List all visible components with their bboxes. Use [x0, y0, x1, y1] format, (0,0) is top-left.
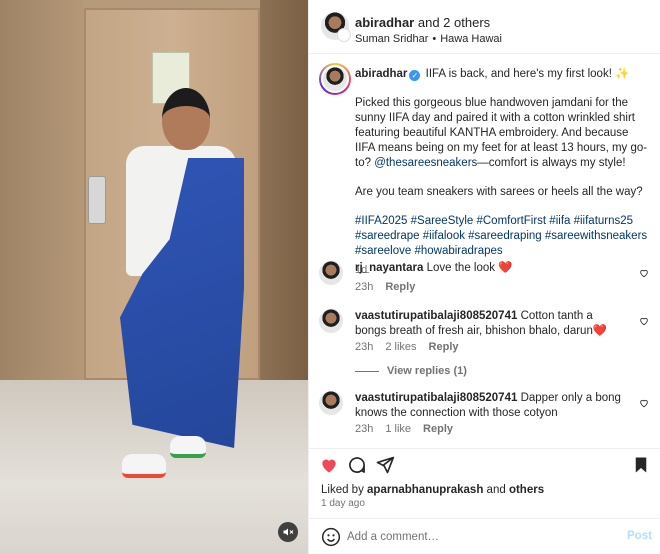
heart-filled-icon[interactable]	[317, 453, 341, 477]
mute-icon[interactable]	[278, 522, 298, 542]
heart-outline-icon[interactable]	[639, 313, 649, 331]
comment-avatar[interactable]	[319, 261, 343, 285]
reply-button[interactable]: Reply	[385, 281, 415, 293]
media-person	[112, 88, 248, 488]
post-actions	[309, 448, 660, 480]
add-comment-bar: Post	[309, 518, 660, 554]
comment-icon[interactable]	[345, 453, 369, 477]
author-username[interactable]: abiradhar	[355, 15, 414, 30]
heart-outline-icon[interactable]	[639, 395, 649, 413]
comment-time: 23h	[355, 341, 374, 353]
verified-icon: ✓	[409, 70, 421, 81]
comment-username[interactable]: vaastutirupatibalaji808520741	[355, 392, 517, 404]
liked-by-others[interactable]: others	[509, 484, 544, 496]
caption-username[interactable]: abiradhar	[355, 68, 407, 80]
liked-by: Liked by aparnabhanuprakash and others	[321, 484, 545, 496]
audio-track[interactable]: Hawa Hawai	[440, 33, 502, 45]
sub-user[interactable]: Suman Sridhar	[355, 33, 428, 45]
caption-first-line: IIFA is back, and here's my first look! …	[425, 68, 630, 80]
comment-text: Love the look ❤️	[426, 262, 513, 274]
comment-likes[interactable]: 1 like	[385, 423, 411, 435]
share-icon[interactable]	[373, 453, 397, 477]
collaborators-link[interactable]: and 2 others	[418, 15, 490, 30]
audio-line: Suman Sridhar • Hawa Hawai	[355, 33, 502, 45]
comment-time: 23h	[355, 281, 374, 293]
bookmark-filled-icon[interactable]	[629, 453, 653, 477]
comment-username[interactable]: vaastutirupatibalaji808520741	[355, 310, 517, 322]
post-time[interactable]: 1 day ago	[321, 498, 365, 509]
post-media[interactable]	[0, 0, 308, 554]
caption-paragraph-2: Are you team sneakers with sarees or hee…	[355, 186, 643, 198]
heart-outline-icon[interactable]	[639, 265, 649, 283]
comments-section[interactable]: abiradhar ✓ IIFA is back, and here's my f…	[309, 55, 660, 447]
mention-link[interactable]: @thesareesneakers	[374, 157, 477, 169]
reply-button[interactable]: Reply	[429, 341, 459, 353]
media-door-handle	[88, 176, 106, 224]
post-button[interactable]: Post	[627, 530, 652, 542]
comment-avatar[interactable]	[319, 391, 343, 415]
emoji-icon[interactable]	[321, 527, 341, 547]
comment-input[interactable]	[347, 527, 607, 547]
view-replies-button[interactable]: View replies (1)	[355, 365, 467, 377]
liked-by-user[interactable]: aparnabhanuprakash	[367, 484, 483, 496]
comment-time: 23h	[355, 423, 374, 435]
comment-avatar[interactable]	[319, 309, 343, 333]
media-wall	[0, 0, 84, 430]
post-sidebar: abiradhar and 2 others Suman Sridhar • Haw…	[308, 0, 660, 554]
caption-avatar[interactable]	[321, 65, 349, 93]
caption-paragraph-1: Picked this gorgeous blue handwoven jamd…	[355, 97, 648, 169]
post-header: abiradhar and 2 others Suman Sridhar • Haw…	[309, 0, 660, 54]
story-ring[interactable]	[319, 63, 351, 95]
collab-avatar	[337, 28, 351, 42]
reply-button[interactable]: Reply	[423, 423, 453, 435]
caption-hashtags[interactable]: #IIFA2025 #SareeStyle #ComfortFirst #iif…	[355, 214, 649, 259]
comment-likes[interactable]: 2 likes	[385, 341, 416, 353]
comment-username[interactable]: rj_nayantara	[355, 262, 423, 274]
